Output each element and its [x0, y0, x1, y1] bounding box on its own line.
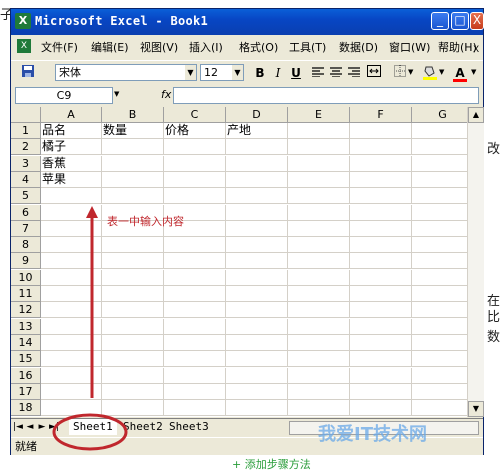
add-steps-link[interactable]: + 添加步骤方法 [232, 456, 311, 472]
annotation-overlay [52, 206, 128, 451]
watermark: 我爱IT技术网 [318, 424, 427, 445]
annotation-arrowhead [86, 206, 98, 218]
annotation-circle [52, 413, 128, 451]
annotation-label: 表一中输入内容 [107, 215, 184, 228]
